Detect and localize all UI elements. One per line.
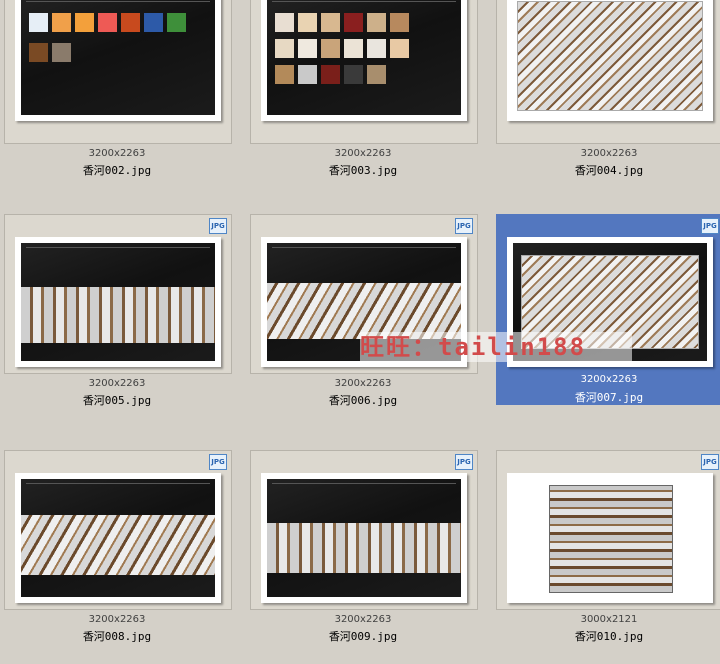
floor-plan-render	[21, 515, 215, 575]
texture-swatch	[367, 65, 386, 84]
texture-swatch	[298, 13, 317, 32]
image-dimensions: 3200x2263	[496, 374, 720, 389]
texture-swatch	[344, 13, 363, 32]
sheet-header-line	[26, 247, 210, 251]
color-swatch	[52, 13, 71, 32]
color-swatch	[52, 43, 71, 62]
file-name[interactable]: 香河008.jpg	[4, 628, 230, 644]
file-name[interactable]: 香河009.jpg	[250, 628, 476, 644]
color-swatch	[144, 13, 163, 32]
color-swatch	[167, 13, 186, 32]
thumbnail-frame[interactable]	[250, 0, 478, 144]
thumbnail-image[interactable]	[261, 0, 467, 121]
color-swatch	[75, 13, 94, 32]
sheet-header-line	[272, 1, 456, 5]
sheet-header-line	[26, 1, 210, 5]
file-name[interactable]: 香河006.jpg	[250, 392, 476, 408]
file-name[interactable]: 香河003.jpg	[250, 162, 476, 178]
image-dimensions: 3200x2263	[88, 614, 146, 625]
texture-swatch	[321, 65, 340, 84]
image-dimensions: 3200x2263	[88, 148, 146, 159]
thumbnail-item[interactable]: JPG 3200x2263 香河008.jpg	[0, 450, 240, 664]
image-dimensions: 3200x2263	[88, 378, 146, 389]
texture-swatch	[344, 65, 363, 84]
thumbnail-item[interactable]: 3200x2263 香河003.jpg	[246, 0, 486, 194]
thumbnail-image[interactable]	[15, 0, 221, 121]
texture-swatch	[390, 39, 409, 58]
floor-plan-render	[517, 1, 703, 111]
thumbnail-item[interactable]: JPG 3200x2263 香河009.jpg	[246, 450, 486, 664]
thumbnail-frame[interactable]: JPG	[4, 450, 232, 610]
image-dimensions: 3200x2263	[580, 148, 638, 159]
thumbnail-item[interactable]: JPG 3200x2263 香河005.jpg	[0, 214, 240, 424]
sheet-header-line	[272, 483, 456, 487]
thumbnail-frame[interactable]	[4, 0, 232, 144]
sheet-header-line	[272, 247, 456, 251]
floor-plan-render	[21, 287, 215, 343]
color-swatch	[29, 13, 48, 32]
annotated-plan-sheet	[21, 479, 215, 597]
texture-swatch	[367, 39, 386, 58]
texture-swatch	[367, 13, 386, 32]
jpg-file-icon: JPG	[209, 454, 227, 470]
jpg-file-icon: JPG	[701, 454, 719, 470]
thumbnail-frame[interactable]: JPG	[4, 214, 232, 374]
material-board	[267, 0, 461, 115]
thumbnail-image[interactable]	[261, 473, 467, 603]
file-name[interactable]: 香河007.jpg	[496, 389, 720, 405]
color-swatch	[29, 43, 48, 62]
file-name[interactable]: 香河010.jpg	[496, 628, 720, 644]
jpg-file-icon: JPG	[701, 218, 719, 234]
texture-swatch	[275, 65, 294, 84]
floor-plan-render	[549, 485, 673, 593]
thumbnail-item[interactable]: 3200x2263 香河002.jpg	[0, 0, 240, 194]
texture-swatch	[275, 39, 294, 58]
texture-swatch	[275, 13, 294, 32]
thumbnail-image[interactable]	[507, 0, 713, 121]
watermark-text: 旺旺：tailin188	[360, 332, 632, 362]
thumbnail-frame[interactable]: JPG	[250, 450, 478, 610]
annotated-plan-sheet	[21, 243, 215, 361]
thumbnail-item-selected[interactable]: JPG 3200x2263 香河007.jpg	[492, 214, 720, 424]
file-name[interactable]: 香河005.jpg	[4, 392, 230, 408]
thumbnail-item[interactable]: 3200x2263 香河004.jpg	[492, 0, 720, 194]
color-swatch	[121, 13, 140, 32]
texture-swatch	[390, 13, 409, 32]
thumbnail-item[interactable]: JPG 3200x2263 香河006.jpg	[246, 214, 486, 424]
thumbnail-frame[interactable]: JPG	[496, 450, 720, 610]
floor-plan-render	[267, 523, 461, 573]
image-dimensions: 3000x2121	[580, 614, 638, 625]
image-dimensions: 3200x2263	[334, 378, 392, 389]
image-dimensions: 3200x2263	[334, 614, 392, 625]
texture-swatch	[298, 39, 317, 58]
annotated-plan-sheet	[267, 479, 461, 597]
texture-swatch	[298, 65, 317, 84]
sheet-header-line	[26, 483, 210, 487]
file-name[interactable]: 香河004.jpg	[496, 162, 720, 178]
thumbnail-image[interactable]	[507, 473, 713, 603]
jpg-file-icon: JPG	[209, 218, 227, 234]
thumbnail-image[interactable]	[15, 473, 221, 603]
file-name[interactable]: 香河002.jpg	[4, 162, 230, 178]
thumbnail-item[interactable]: JPG 3000x2121 香河010.jpg	[492, 450, 720, 664]
jpg-file-icon: JPG	[455, 454, 473, 470]
color-swatch	[98, 13, 117, 32]
thumbnail-frame[interactable]	[496, 0, 720, 144]
material-board	[21, 0, 215, 115]
texture-swatch	[344, 39, 363, 58]
image-dimensions: 3200x2263	[334, 148, 392, 159]
thumbnail-image[interactable]	[15, 237, 221, 367]
floor-plan-render	[267, 283, 461, 339]
jpg-file-icon: JPG	[455, 218, 473, 234]
texture-swatch	[321, 39, 340, 58]
texture-swatch	[321, 13, 340, 32]
